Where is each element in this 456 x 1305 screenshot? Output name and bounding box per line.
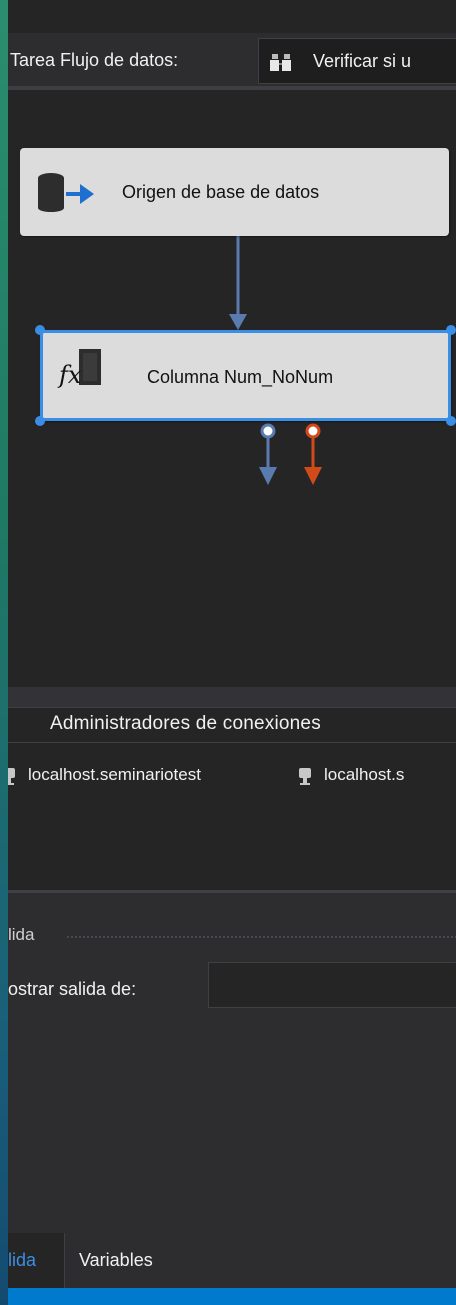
task-label: Tarea Flujo de datos: xyxy=(10,50,179,70)
output-connector-dot[interactable] xyxy=(260,423,276,439)
database-source-icon xyxy=(38,173,94,212)
connection-item[interactable]: localhost.s xyxy=(298,765,404,786)
task-dropdown-value: Verificar si u xyxy=(313,51,412,71)
tab-output[interactable]: lida xyxy=(8,1233,64,1288)
toolbar-divider xyxy=(8,86,456,90)
data-flow-task-icon xyxy=(270,54,291,71)
panel-splitter[interactable] xyxy=(8,687,456,707)
connection-item-label: localhost.seminariotest xyxy=(28,765,201,784)
connection-plug-icon xyxy=(8,767,15,785)
show-output-dropdown[interactable] xyxy=(208,962,456,1008)
connection-item-label: localhost.s xyxy=(324,765,405,784)
source-node[interactable]: Origen de base de datos xyxy=(20,148,449,236)
connection-managers-title: Administradores de conexiones xyxy=(50,713,321,734)
designer-window: Tarea Flujo de datos: Verificar si u Ori… xyxy=(8,0,456,1305)
output-path-arrow xyxy=(259,467,277,485)
data-path-arrow xyxy=(229,314,247,330)
data-flow-canvas[interactable]: Origen de base de datos fx Columna Num_N… xyxy=(8,92,456,687)
tab-variables[interactable]: Variables xyxy=(64,1233,254,1288)
source-node-label: Origen de base de datos xyxy=(122,182,320,202)
output-panel: lida ostrar salida de: xyxy=(8,893,456,1233)
task-dropdown[interactable]: Verificar si u xyxy=(258,38,456,84)
tab-output-label: lida xyxy=(8,1250,37,1270)
derived-column-label: Columna Num_NoNum xyxy=(147,367,334,387)
selection-handle[interactable] xyxy=(35,325,45,335)
fx-text: fx xyxy=(59,361,82,389)
status-bar xyxy=(8,1288,456,1305)
bottom-tab-strip: lida Variables xyxy=(8,1233,456,1288)
derived-column-node[interactable]: fx Columna Num_NoNum xyxy=(40,330,451,421)
connection-plug-icon xyxy=(299,767,311,785)
selection-handle[interactable] xyxy=(35,416,45,426)
selection-handle[interactable] xyxy=(446,325,456,335)
tab-variables-label: Variables xyxy=(79,1250,153,1270)
error-path-arrow xyxy=(304,467,322,485)
connection-managers-header: Administradores de conexiones xyxy=(8,707,456,743)
error-connector-dot[interactable] xyxy=(305,423,321,439)
output-panel-title: lida xyxy=(8,925,43,945)
task-toolbar: Tarea Flujo de datos: Verificar si u xyxy=(8,33,456,88)
show-output-label: ostrar salida de: xyxy=(8,979,137,999)
selection-handle[interactable] xyxy=(446,416,456,426)
output-panel-header[interactable]: lida xyxy=(8,921,456,951)
header-grip xyxy=(66,935,456,940)
connection-item[interactable]: localhost.seminariotest xyxy=(8,765,201,786)
connection-managers-panel: Administradores de conexiones localhost.… xyxy=(8,707,456,892)
